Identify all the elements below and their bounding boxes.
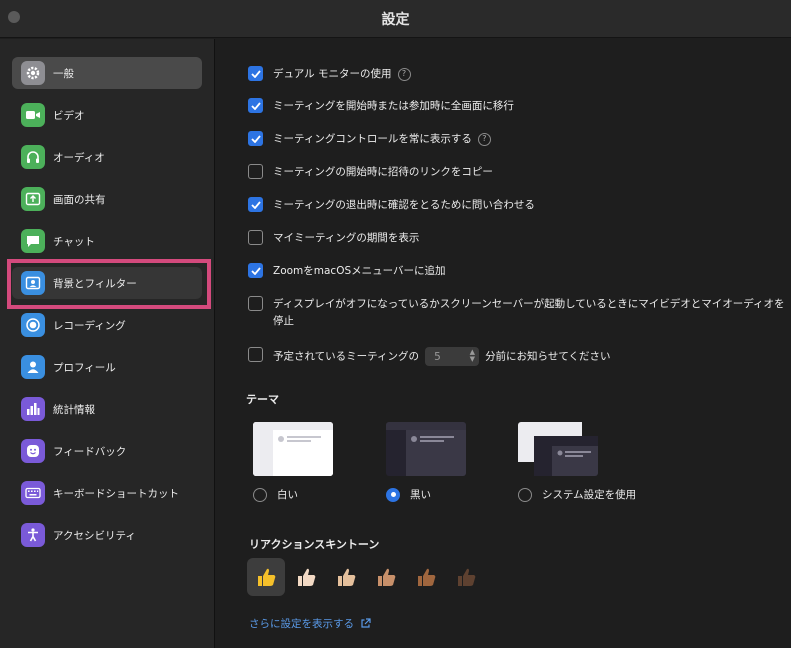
option-confirm-on-leave[interactable]: ミーティングの退出時に確認をとるために問い合わせる <box>248 197 535 213</box>
reaction-skin-tone-title: リアクションスキントーン <box>249 538 380 551</box>
checkbox[interactable] <box>248 98 263 113</box>
chat-bubble-icon <box>21 229 45 253</box>
sidebar-item-label: アクセシビリティ <box>53 529 136 542</box>
option-fullscreen-on-join[interactable]: ミーティングを開始時または参加時に全画面に移行 <box>248 98 514 114</box>
skin-tone-yellow-thumbs-up-icon[interactable] <box>247 558 285 596</box>
reminder-minutes-stepper[interactable]: 5 ▲ ▼ <box>425 347 480 366</box>
theme-dark-preview[interactable] <box>386 422 466 476</box>
sidebar-item-share-screen[interactable]: 画面の共有 <box>12 183 202 215</box>
skin-tone-medium-dark-thumbs-up-icon[interactable] <box>407 558 445 596</box>
option-copy-invite-link[interactable]: ミーティングの開始時に招待のリンクをコピー <box>248 164 493 180</box>
option-label: ZoomをmacOSメニューバーに追加 <box>273 265 446 277</box>
keyboard-icon <box>21 481 45 505</box>
radio-button[interactable] <box>253 487 267 502</box>
sidebar-item-label: キーボードショートカット <box>53 487 179 500</box>
help-icon[interactable]: ? <box>477 132 491 146</box>
smiley-icon <box>21 439 45 463</box>
sidebar-item-label: レコーディング <box>53 319 126 332</box>
sidebar-item-label: 背景とフィルター <box>53 277 137 290</box>
radio-label: システム設定を使用 <box>542 489 637 501</box>
external-link-icon <box>360 618 371 629</box>
help-icon[interactable]: ? <box>397 67 411 81</box>
sidebar-item-statistics[interactable]: 統計情報 <box>12 393 202 425</box>
background-portrait-icon <box>21 271 45 295</box>
option-label: ミーティングコントロールを常に表示する <box>273 133 472 145</box>
option-label-before: 予定されているミーティングの <box>273 350 420 363</box>
option-label: デュアル モニターの使用 <box>273 68 392 80</box>
share-screen-icon <box>21 187 45 211</box>
theme-light-preview[interactable] <box>253 422 333 476</box>
show-more-settings-link[interactable]: さらに設定を表示する <box>249 616 371 631</box>
sidebar-item-label: プロフィール <box>53 361 116 374</box>
video-camera-icon <box>21 103 45 127</box>
option-add-to-menubar[interactable]: ZoomをmacOSメニューバーに追加 <box>248 263 446 279</box>
bar-chart-icon <box>21 397 45 421</box>
sidebar-item-label: ビデオ <box>53 109 85 122</box>
sidebar-item-video[interactable]: ビデオ <box>12 99 202 131</box>
checkbox[interactable] <box>248 131 263 146</box>
window-title: 設定 <box>381 12 410 28</box>
sidebar-item-keyboard-shortcuts[interactable]: キーボードショートカット <box>12 477 202 509</box>
person-icon <box>21 355 45 379</box>
radio-label: 黒い <box>410 489 431 501</box>
option-stop-av-on-screensaver[interactable]: ディスプレイがオフになっているかスクリーンセーバーが起動しているときにマイビデオ… <box>248 296 791 330</box>
sidebar-item-label: フィードバック <box>53 445 127 458</box>
option-label: マイミーティングの期間を表示 <box>273 232 420 244</box>
skin-tone-dark-thumbs-up-icon[interactable] <box>447 558 485 596</box>
checkbox[interactable] <box>248 197 263 212</box>
skin-tone-medium-light-thumbs-up-icon[interactable] <box>327 558 365 596</box>
option-meeting-reminder[interactable]: 予定されているミーティングの 5 ▲ ▼ 分前にお知らせてください <box>248 347 611 366</box>
skin-tone-light-thumbs-up-icon[interactable] <box>287 558 325 596</box>
theme-system-preview[interactable] <box>518 422 598 476</box>
checkbox[interactable] <box>248 347 263 362</box>
option-label-after: 分前にお知らせてください <box>485 350 611 363</box>
theme-dark-option[interactable]: 黒い <box>386 487 431 502</box>
more-link-label: さらに設定を表示する <box>249 618 354 630</box>
theme-section-title: テーマ <box>246 393 279 406</box>
settings-panel: デュアル モニターの使用? ミーティングを開始時または参加時に全画面に移行 ミー… <box>216 39 791 648</box>
sidebar-item-label: オーディオ <box>53 151 105 164</box>
sidebar-item-chat[interactable]: チャット <box>12 225 202 257</box>
sidebar-item-label: チャット <box>53 235 95 248</box>
option-label: ミーティングの開始時に招待のリンクをコピー <box>273 166 493 178</box>
checkbox[interactable] <box>248 263 263 278</box>
title-bar: 設定 <box>0 0 791 38</box>
sidebar-item-label: 統計情報 <box>53 403 95 416</box>
option-show-meeting-duration[interactable]: マイミーティングの期間を表示 <box>248 230 419 246</box>
option-always-show-controls[interactable]: ミーティングコントロールを常に表示する? <box>248 131 491 147</box>
theme-light-option[interactable]: 白い <box>253 487 298 502</box>
stepper-arrows-icon[interactable]: ▲ ▼ <box>470 349 475 363</box>
sidebar: 一般 ビデオ オーディオ 画面の共有 チャット 背景とフィルター レコーディング… <box>0 39 215 648</box>
checkbox[interactable] <box>248 164 263 179</box>
option-label: ディスプレイがオフになっているかスクリーンセーバーが起動しているときにマイビデオ… <box>273 298 785 327</box>
option-label: ミーティングを開始時または参加時に全画面に移行 <box>273 100 514 112</box>
checkbox[interactable] <box>248 230 263 245</box>
sidebar-item-label: 一般 <box>53 67 74 80</box>
radio-button[interactable] <box>518 487 532 502</box>
option-label: ミーティングの退出時に確認をとるために問い合わせる <box>273 199 535 211</box>
sidebar-item-profile[interactable]: プロフィール <box>12 351 202 383</box>
headphones-icon <box>21 145 45 169</box>
sidebar-item-audio[interactable]: オーディオ <box>12 141 202 173</box>
accessibility-icon <box>21 523 45 547</box>
gear-icon <box>21 61 45 85</box>
sidebar-item-background-filters[interactable]: 背景とフィルター <box>12 267 202 299</box>
checkbox[interactable] <box>248 296 263 311</box>
skin-tone-medium-thumbs-up-icon[interactable] <box>367 558 405 596</box>
sidebar-item-general[interactable]: 一般 <box>12 57 202 89</box>
sidebar-item-accessibility[interactable]: アクセシビリティ <box>12 519 202 551</box>
stepper-value: 5 <box>434 350 441 363</box>
checkbox[interactable] <box>248 66 263 81</box>
sidebar-item-recording[interactable]: レコーディング <box>12 309 202 341</box>
record-icon <box>21 313 45 337</box>
sidebar-item-feedback[interactable]: フィードバック <box>12 435 202 467</box>
sidebar-item-label: 画面の共有 <box>53 193 106 206</box>
option-dual-monitor[interactable]: デュアル モニターの使用? <box>248 66 411 82</box>
radio-label: 白い <box>277 489 298 501</box>
radio-button[interactable] <box>386 487 400 502</box>
theme-system-option[interactable]: システム設定を使用 <box>518 487 636 502</box>
